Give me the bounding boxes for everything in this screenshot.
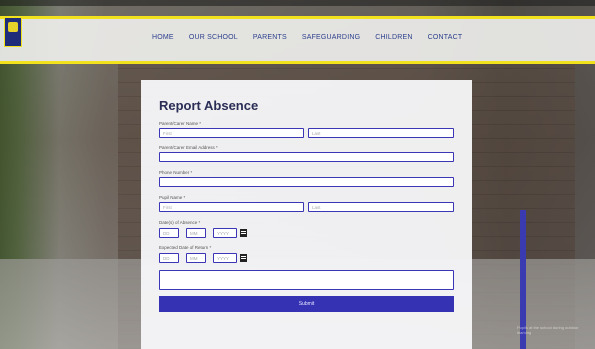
nav-home[interactable]: HOME bbox=[152, 34, 174, 41]
notes-textarea[interactable] bbox=[159, 270, 454, 290]
absence-year-placeholder: YYYY bbox=[217, 231, 230, 236]
nav-children[interactable]: CHILDREN bbox=[375, 34, 412, 41]
email-label: Parent/Carer Email Address * bbox=[159, 145, 218, 150]
absence-month-placeholder: MM bbox=[190, 231, 198, 236]
parent-first-placeholder: First bbox=[163, 131, 172, 136]
nav-contact[interactable]: CONTACT bbox=[428, 34, 463, 41]
calendar-icon[interactable] bbox=[240, 229, 247, 237]
pupil-last-name-input[interactable]: Last bbox=[308, 202, 454, 212]
absence-day-input[interactable]: DD bbox=[159, 228, 179, 238]
absence-day-placeholder: DD bbox=[163, 231, 170, 236]
absence-year-input[interactable]: YYYY bbox=[213, 228, 237, 238]
parent-first-name-input[interactable]: First bbox=[159, 128, 304, 138]
phone-label: Phone Number * bbox=[159, 170, 193, 175]
submit-button[interactable]: Submit bbox=[159, 296, 454, 312]
parent-name-label: Parent/Carer Name * bbox=[159, 121, 202, 126]
site-header: HOME OUR SCHOOL PARENTS SAFEGUARDING CHI… bbox=[0, 16, 595, 64]
absence-month-input[interactable]: MM bbox=[186, 228, 206, 238]
absence-date-label: Date(s) of Absence * bbox=[159, 220, 201, 225]
form-title: Report Absence bbox=[159, 98, 259, 113]
nav-parents[interactable]: PARENTS bbox=[253, 34, 287, 41]
return-date-label: Expected Date of Return * bbox=[159, 245, 212, 250]
return-month-input[interactable]: MM bbox=[186, 253, 206, 263]
phone-input[interactable] bbox=[159, 177, 454, 187]
photo-credit: Pupils at the school during outdoor lear… bbox=[517, 325, 579, 335]
parent-last-placeholder: Last bbox=[312, 131, 321, 136]
email-input[interactable] bbox=[159, 152, 454, 162]
return-day-placeholder: DD bbox=[163, 256, 170, 261]
pupil-first-name-input[interactable]: First bbox=[159, 202, 304, 212]
parent-last-name-input[interactable]: Last bbox=[308, 128, 454, 138]
return-year-placeholder: YYYY bbox=[217, 256, 230, 261]
pupil-first-placeholder: First bbox=[163, 205, 172, 210]
school-logo[interactable] bbox=[4, 17, 22, 47]
main-nav: HOME OUR SCHOOL PARENTS SAFEGUARDING CHI… bbox=[152, 34, 477, 41]
return-year-input[interactable]: YYYY bbox=[213, 253, 237, 263]
return-day-input[interactable]: DD bbox=[159, 253, 179, 263]
pupil-last-placeholder: Last bbox=[312, 205, 321, 210]
nav-safeguarding[interactable]: SAFEGUARDING bbox=[302, 34, 360, 41]
nav-our-school[interactable]: OUR SCHOOL bbox=[189, 34, 238, 41]
return-month-placeholder: MM bbox=[190, 256, 198, 261]
pupil-name-label: Pupil Name * bbox=[159, 195, 186, 200]
calendar-icon[interactable] bbox=[240, 254, 247, 262]
top-strip bbox=[0, 0, 595, 6]
report-absence-form: Report Absence Parent/Carer Name * First… bbox=[141, 80, 472, 349]
